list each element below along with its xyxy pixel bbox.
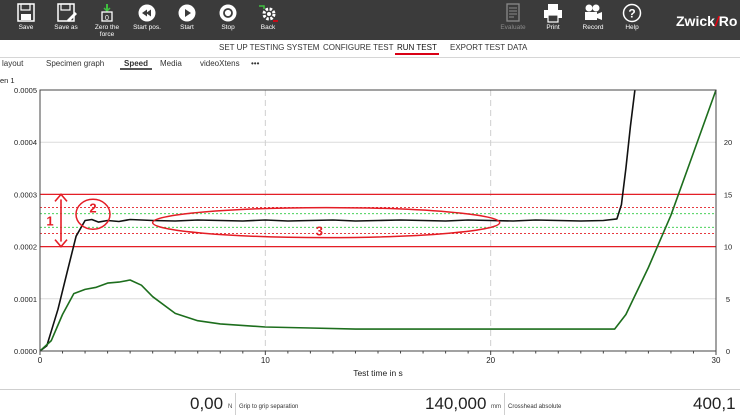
y-left-tick-label: 0.0005 bbox=[14, 86, 37, 95]
y-left-tick-label: 0.0003 bbox=[14, 190, 37, 199]
grip-separation-caption: Grip to grip separation bbox=[239, 404, 299, 410]
save-button[interactable]: Save bbox=[10, 0, 42, 40]
y-left-tick-label: 0.0002 bbox=[14, 243, 37, 252]
tab-export-test-data[interactable]: EXPORT TEST DATA bbox=[450, 43, 527, 52]
stop-label: Stop bbox=[221, 24, 235, 31]
x-tick-label: 30 bbox=[712, 356, 721, 365]
y-left-tick-label: 0.0001 bbox=[14, 295, 37, 304]
stop-button[interactable]: Stop bbox=[212, 0, 244, 40]
subtab-layout[interactable]: layout bbox=[2, 59, 23, 68]
back-button[interactable]: Back bbox=[252, 0, 284, 40]
y-right-tick-label: 20 bbox=[724, 138, 732, 147]
start-position-button[interactable]: Start pos. bbox=[131, 0, 163, 40]
evaluate-icon bbox=[506, 3, 520, 22]
y-left-tick-label: 0.0004 bbox=[14, 138, 37, 147]
more-tabs-button[interactable]: ••• bbox=[251, 59, 259, 68]
start-label: Start bbox=[180, 24, 194, 31]
tab-configure-test[interactable]: CONFIGURE TEST bbox=[323, 43, 394, 52]
save-label: Save bbox=[18, 24, 34, 31]
status-divider bbox=[235, 393, 236, 415]
grip-separation-value: 140,000 bbox=[425, 394, 487, 413]
logo-text: Zwick bbox=[676, 13, 715, 29]
x-axis-label: Test time in s bbox=[353, 368, 403, 378]
back-gear-icon bbox=[259, 5, 278, 22]
evaluate-button[interactable]: Evaluate bbox=[497, 0, 529, 40]
tab-run-test[interactable]: RUN TEST bbox=[395, 43, 439, 55]
logo-tail: Ro bbox=[718, 13, 738, 29]
save-as-label: Save as bbox=[54, 24, 78, 31]
printer-icon bbox=[544, 4, 562, 23]
svg-text:?: ? bbox=[628, 7, 635, 21]
y-right-tick-label: 0 bbox=[726, 347, 730, 356]
zero-force-label: Zero the force bbox=[94, 24, 120, 38]
zero-force-button[interactable]: 0 Zero the force bbox=[88, 0, 126, 40]
annotation-label-1: 1 bbox=[46, 214, 53, 229]
print-button[interactable]: Print bbox=[537, 0, 569, 40]
start-button[interactable]: Start bbox=[171, 0, 203, 40]
chart-series bbox=[39, 89, 717, 352]
speed-line bbox=[39, 89, 636, 352]
play-icon bbox=[178, 4, 196, 22]
x-tick-label: 20 bbox=[486, 356, 495, 365]
back-label: Back bbox=[260, 24, 276, 31]
save-as-button[interactable]: Save as bbox=[50, 0, 82, 40]
floppy-pencil-icon bbox=[57, 3, 77, 22]
sub-tabs: layout Specimen graph Speed Media videoX… bbox=[0, 58, 740, 71]
y-right-tick-label: 10 bbox=[724, 243, 732, 252]
record-button[interactable]: Record bbox=[576, 0, 610, 40]
subtab-speed[interactable]: Speed bbox=[119, 59, 153, 70]
help-button[interactable]: ? Help bbox=[616, 0, 648, 40]
subtab-videoxtens[interactable]: videoXtens bbox=[200, 59, 240, 68]
main-tabs: SET UP TESTING SYSTEM CONFIGURE TEST RUN… bbox=[0, 40, 740, 58]
speed-chart[interactable]: 0 10 20 300.00000.00010.00020.00030.00040.0… bbox=[0, 82, 740, 388]
y-left-tick-label: 0.0000 bbox=[14, 347, 37, 356]
print-label: Print bbox=[546, 24, 560, 31]
annotation-ellipse-3 bbox=[151, 206, 501, 239]
crosshead-value: 400,1 bbox=[693, 394, 736, 413]
status-bar: 0,00 N Grip to grip separation 140,000 m… bbox=[0, 389, 740, 417]
tab-setup-testing-system[interactable]: SET UP TESTING SYSTEM bbox=[219, 43, 319, 52]
crosshead-caption: Crosshead absolute bbox=[508, 404, 562, 410]
status-divider bbox=[504, 393, 505, 415]
camera-icon bbox=[585, 4, 602, 20]
subtab-specimen-graph[interactable]: Specimen graph bbox=[46, 59, 104, 68]
annotation-label-2: 2 bbox=[89, 200, 96, 215]
record-label: Record bbox=[582, 24, 604, 31]
zero-force-icon: 0 bbox=[101, 4, 113, 22]
stop-icon bbox=[219, 4, 237, 22]
zwick-roell-logo: Zwick/Ro bbox=[676, 13, 737, 29]
subtab-media[interactable]: Media bbox=[160, 59, 182, 68]
y-right-tick-label: 5 bbox=[726, 295, 730, 304]
force-unit: N bbox=[228, 404, 233, 410]
floppy-icon bbox=[17, 3, 35, 22]
svg-text:0: 0 bbox=[105, 15, 109, 22]
evaluate-label: Evaluate bbox=[500, 24, 526, 31]
toolbar: Save Save as 0 Zero the force Start pos.… bbox=[0, 0, 740, 40]
annotation-label-3: 3 bbox=[316, 224, 323, 239]
grip-separation-unit: mm bbox=[491, 404, 501, 410]
chart-axes: 0 10 20 300.00000.00010.00020.00030.00040.0… bbox=[14, 86, 732, 378]
force-value: 0,00 bbox=[190, 394, 224, 413]
start-position-label: Start pos. bbox=[133, 24, 161, 31]
start-position-icon bbox=[138, 4, 156, 22]
x-tick-label: 10 bbox=[261, 356, 270, 365]
y-right-tick-label: 15 bbox=[724, 190, 732, 199]
help-icon: ? bbox=[622, 3, 642, 23]
x-tick-label: 0 bbox=[38, 356, 43, 365]
help-label: Help bbox=[625, 24, 639, 31]
